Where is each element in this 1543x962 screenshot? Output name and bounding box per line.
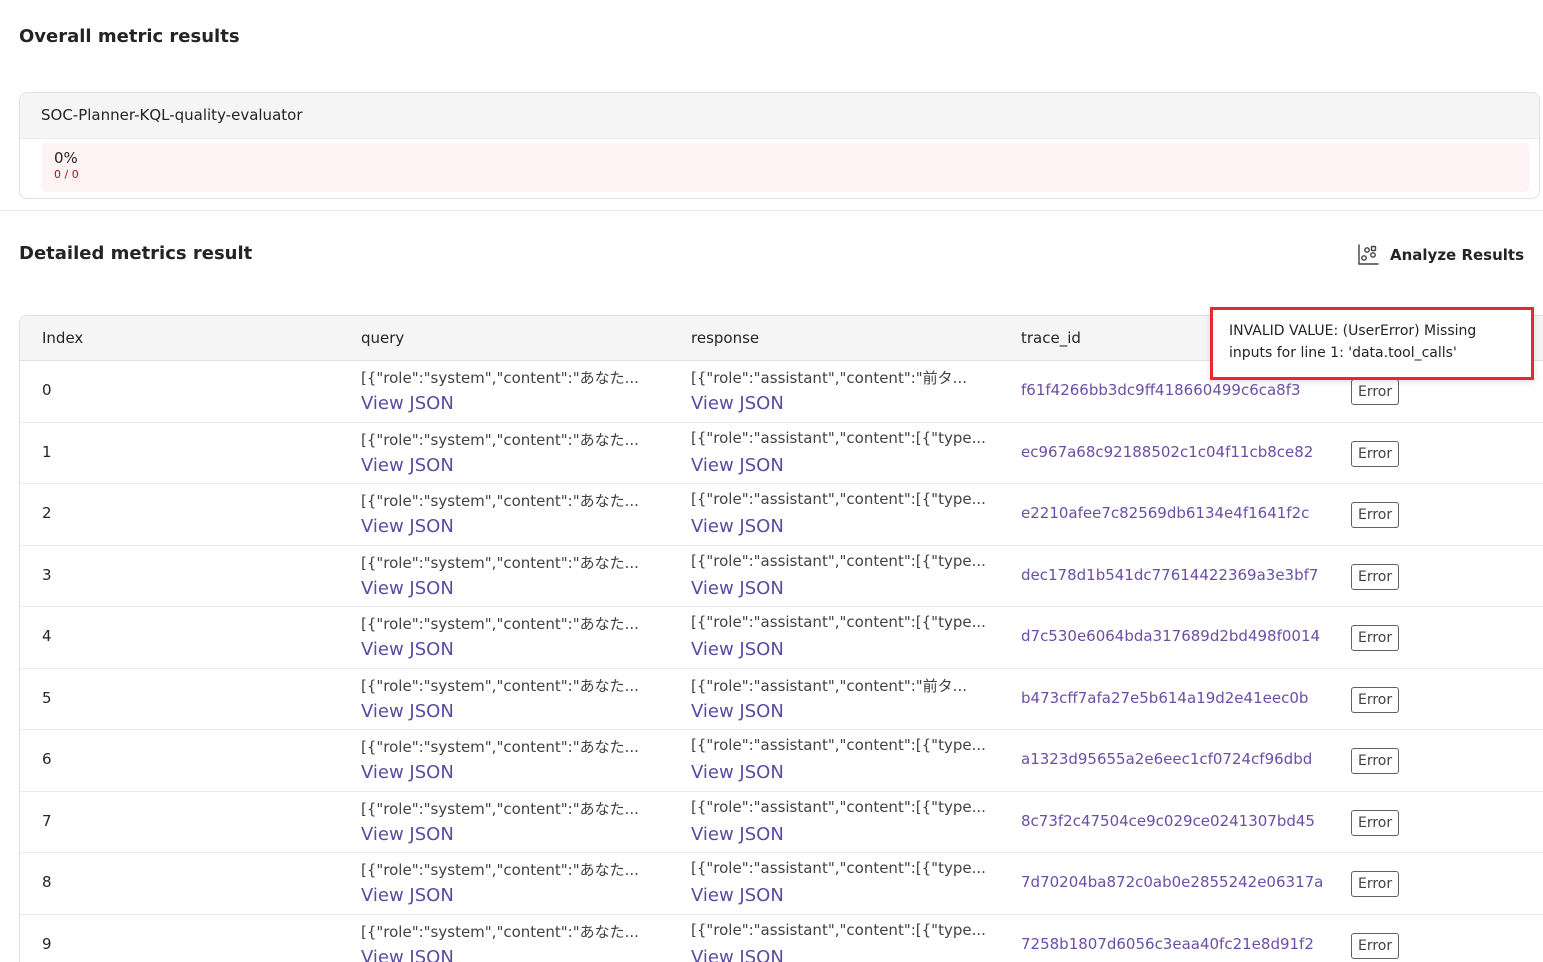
trace-id-link[interactable]: f61f4266bb3dc9ff418660499c6ca8f3 bbox=[1021, 379, 1333, 401]
query-view-json-link[interactable]: View JSON bbox=[361, 516, 454, 537]
query-view-json-link[interactable]: View JSON bbox=[361, 885, 454, 906]
error-status-badge[interactable]: Error bbox=[1351, 686, 1400, 713]
table-row[interactable]: 8 [{"role":"system","content":"あなた... View… bbox=[20, 853, 1543, 915]
trace-id-link[interactable]: dec178d1b541dc77614422369a3e3bf7 bbox=[1021, 564, 1333, 586]
section-divider bbox=[0, 210, 1543, 211]
table-row[interactable]: 7 [{"role":"system","content":"あなた... View… bbox=[20, 792, 1543, 853]
query-view-json-link[interactable]: View JSON bbox=[361, 762, 454, 783]
header-index[interactable]: Index bbox=[42, 329, 83, 347]
error-status-badge[interactable]: Error bbox=[1351, 748, 1400, 774]
metric-value-box: 0% 0 / 0 bbox=[42, 143, 1529, 192]
analyze-results-icon bbox=[1356, 243, 1380, 267]
query-view-json-link[interactable]: View JSON bbox=[361, 639, 454, 660]
response-preview: [{"role":"assistant","content":"前タ... bbox=[691, 676, 967, 695]
table-row[interactable]: 2 [{"role":"system","content":"あなた... View… bbox=[20, 484, 1543, 546]
row-index: 6 bbox=[42, 750, 52, 768]
error-status-badge[interactable]: Error bbox=[1351, 932, 1400, 959]
header-response[interactable]: response bbox=[691, 329, 759, 347]
evaluation-results-page: Overall metric results SOC-Planner-KQL-q… bbox=[0, 0, 1543, 962]
analyze-results-button[interactable]: Analyze Results bbox=[1352, 240, 1528, 270]
response-preview: [{"role":"assistant","content":"前タ... bbox=[691, 369, 967, 387]
row-index: 3 bbox=[42, 565, 52, 584]
response-preview: [{"role":"assistant","content":[{"type..… bbox=[691, 920, 986, 939]
evaluator-name: SOC-Planner-KQL-quality-evaluator bbox=[20, 93, 1539, 139]
response-preview: [{"role":"assistant","content":[{"type..… bbox=[691, 428, 986, 447]
row-index: 0 bbox=[42, 381, 52, 399]
response-view-json-link[interactable]: View JSON bbox=[691, 947, 784, 962]
response-preview: [{"role":"assistant","content":[{"type..… bbox=[691, 797, 986, 816]
row-index: 2 bbox=[42, 504, 52, 522]
query-preview: [{"role":"system","content":"あなた... bbox=[361, 492, 639, 510]
query-view-json-link[interactable]: View JSON bbox=[361, 824, 454, 845]
table-row[interactable]: 4 [{"role":"system","content":"あなた... View… bbox=[20, 607, 1543, 669]
response-preview: [{"role":"assistant","content":[{"type..… bbox=[691, 490, 986, 508]
header-trace-id[interactable]: trace_id bbox=[1021, 329, 1081, 347]
query-preview: [{"role":"system","content":"あなた... bbox=[361, 861, 639, 879]
overall-metric-results-title: Overall metric results bbox=[19, 26, 240, 47]
response-view-json-link[interactable]: View JSON bbox=[691, 455, 784, 476]
trace-id-link[interactable]: e2210afee7c82569db6134e4f1641f2c bbox=[1021, 502, 1333, 524]
query-view-json-link[interactable]: View JSON bbox=[361, 393, 454, 414]
query-preview: [{"role":"system","content":"あなた... bbox=[361, 799, 639, 818]
error-status-badge[interactable]: Error bbox=[1351, 871, 1400, 897]
metric-percent: 0% bbox=[54, 149, 78, 167]
table-row[interactable]: 3 [{"role":"system","content":"あなた... View… bbox=[20, 546, 1543, 607]
response-preview: [{"role":"assistant","content":[{"type..… bbox=[691, 551, 986, 570]
response-view-json-link[interactable]: View JSON bbox=[691, 639, 784, 660]
row-index: 8 bbox=[42, 873, 52, 891]
trace-id-link[interactable]: a1323d95655a2e6eec1cf0724cf96dbd bbox=[1021, 748, 1333, 770]
query-view-json-link[interactable]: View JSON bbox=[361, 578, 454, 599]
analyze-results-label: Analyze Results bbox=[1390, 246, 1525, 264]
row-index: 7 bbox=[42, 811, 52, 830]
trace-id-link[interactable]: 7258b1807d6056c3eaa40fc21e8d91f2 bbox=[1021, 933, 1333, 955]
row-index: 5 bbox=[42, 688, 52, 707]
response-preview: [{"role":"assistant","content":[{"type..… bbox=[691, 613, 986, 631]
response-view-json-link[interactable]: View JSON bbox=[691, 701, 784, 722]
query-preview: [{"role":"system","content":"あなた... bbox=[361, 738, 639, 756]
query-preview: [{"role":"system","content":"あなた... bbox=[361, 369, 639, 387]
query-preview: [{"role":"system","content":"あなた... bbox=[361, 553, 639, 572]
error-status-badge[interactable]: Error bbox=[1351, 379, 1400, 405]
trace-id-link[interactable]: 8c73f2c47504ce9c029ce0241307bd45 bbox=[1021, 810, 1333, 832]
query-view-json-link[interactable]: View JSON bbox=[361, 701, 454, 722]
error-status-badge[interactable]: Error bbox=[1351, 563, 1400, 590]
row-index: 1 bbox=[42, 442, 52, 461]
row-index: 4 bbox=[42, 627, 52, 645]
detailed-metrics-result-title: Detailed metrics result bbox=[19, 243, 253, 264]
trace-id-link[interactable]: 7d70204ba872c0ab0e2855242e06317a bbox=[1021, 871, 1333, 893]
response-preview: [{"role":"assistant","content":[{"type..… bbox=[691, 736, 986, 754]
trace-id-link[interactable]: b473cff7afa27e5b614a19d2e41eec0b bbox=[1021, 687, 1333, 709]
response-view-json-link[interactable]: View JSON bbox=[691, 393, 784, 414]
query-preview: [{"role":"system","content":"あなた... bbox=[361, 615, 639, 633]
response-view-json-link[interactable]: View JSON bbox=[691, 824, 784, 845]
trace-id-link[interactable]: d7c530e6064bda317689d2bd498f0014 bbox=[1021, 625, 1333, 647]
error-tooltip: INVALID VALUE: (UserError) Missing input… bbox=[1210, 307, 1534, 380]
error-status-badge[interactable]: Error bbox=[1351, 440, 1400, 467]
trace-id-link[interactable]: ec967a68c92188502c1c04f11cb8ce82 bbox=[1021, 441, 1333, 463]
table-row[interactable]: 1 [{"role":"system","content":"あなた... View… bbox=[20, 423, 1543, 484]
error-status-badge[interactable]: Error bbox=[1351, 625, 1400, 651]
query-view-json-link[interactable]: View JSON bbox=[361, 455, 454, 476]
query-preview: [{"role":"system","content":"あなた... bbox=[361, 430, 639, 449]
metric-card: SOC-Planner-KQL-quality-evaluator 0% 0 /… bbox=[19, 92, 1540, 199]
response-view-json-link[interactable]: View JSON bbox=[691, 885, 784, 906]
query-preview: [{"role":"system","content":"あなた... bbox=[361, 676, 639, 695]
query-preview: [{"role":"system","content":"あなた... bbox=[361, 922, 639, 941]
table-row[interactable]: 6 [{"role":"system","content":"あなた... View… bbox=[20, 730, 1543, 792]
query-view-json-link[interactable]: View JSON bbox=[361, 947, 454, 962]
metric-count: 0 / 0 bbox=[54, 168, 79, 181]
response-view-json-link[interactable]: View JSON bbox=[691, 578, 784, 599]
error-status-badge[interactable]: Error bbox=[1351, 809, 1400, 836]
table-row[interactable]: 9 [{"role":"system","content":"あなた... View… bbox=[20, 915, 1543, 962]
header-query[interactable]: query bbox=[361, 329, 404, 347]
response-preview: [{"role":"assistant","content":[{"type..… bbox=[691, 859, 986, 877]
table-body: 0 [{"role":"system","content":"あなた... View… bbox=[20, 361, 1543, 962]
detailed-metrics-table: Index query response trace_id 0 [{"role":… bbox=[19, 315, 1543, 962]
row-index: 9 bbox=[42, 934, 52, 953]
error-status-badge[interactable]: Error bbox=[1351, 502, 1400, 528]
response-view-json-link[interactable]: View JSON bbox=[691, 762, 784, 783]
table-row[interactable]: 5 [{"role":"system","content":"あなた... View… bbox=[20, 669, 1543, 730]
response-view-json-link[interactable]: View JSON bbox=[691, 516, 784, 537]
